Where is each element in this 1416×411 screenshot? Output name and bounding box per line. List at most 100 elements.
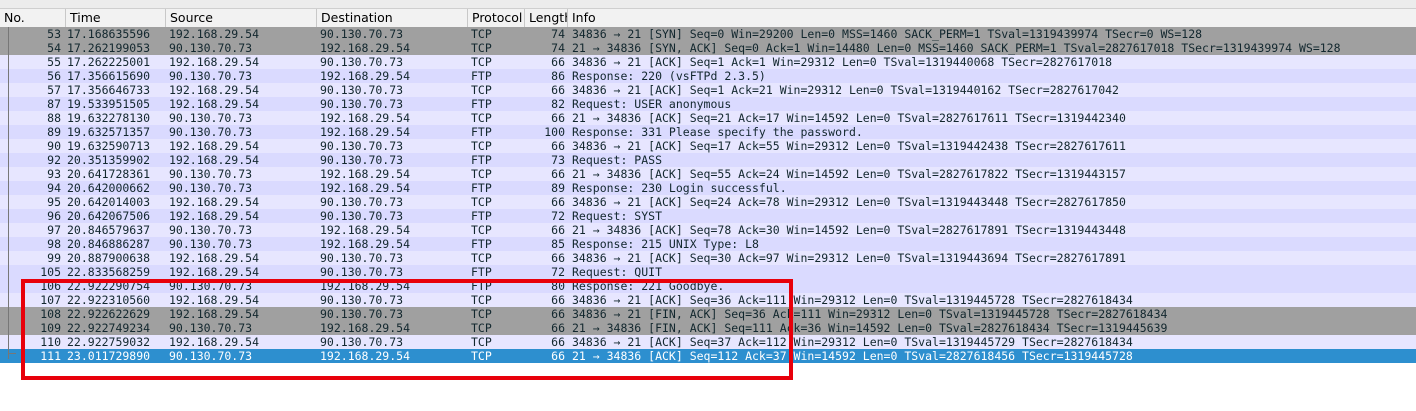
column-header-length[interactable]: Length <box>525 9 568 27</box>
packet-time: 17.168635596 <box>67 27 151 41</box>
packet-length: 73 <box>551 153 565 167</box>
column-header-source[interactable]: Source <box>166 9 317 27</box>
packet-length: 66 <box>551 83 565 97</box>
packet-time: 19.632278130 <box>67 111 151 125</box>
packet-info: 34836 → 21 [ACK] Seq=1 Ack=21 Win=29312 … <box>572 83 1119 97</box>
packet-length: 66 <box>551 223 565 237</box>
packet-destination: 192.168.29.54 <box>320 69 411 83</box>
packet-destination: 192.168.29.54 <box>320 41 411 55</box>
packet-protocol: FTP <box>471 97 492 111</box>
packet-row[interactable]: 99 20.887900638 192.168.29.54 90.130.70.73 T… <box>0 251 1416 265</box>
packet-length: 85 <box>551 237 565 251</box>
packet-row[interactable]: 55 17.262225001 192.168.29.54 90.130.70.73 T… <box>0 55 1416 69</box>
column-header-time[interactable]: Time <box>66 9 166 27</box>
packet-time: 20.351359902 <box>67 153 151 167</box>
packet-source: 192.168.29.54 <box>169 265 260 279</box>
packet-info: Request: QUIT <box>572 265 663 279</box>
packet-row[interactable]: 95 20.642014003 192.168.29.54 90.130.70.73 T… <box>0 195 1416 209</box>
packet-row[interactable]: 54 17.262199053 90.130.70.73 192.168.29.54 T… <box>0 41 1416 55</box>
packet-length: 72 <box>551 209 565 223</box>
packet-protocol: TCP <box>471 223 492 237</box>
packet-source: 192.168.29.54 <box>169 83 260 97</box>
packet-row[interactable]: 93 20.641728361 90.130.70.73 192.168.29.54 T… <box>0 167 1416 181</box>
packet-time: 20.887900638 <box>67 251 151 265</box>
packet-source: 192.168.29.54 <box>169 251 260 265</box>
packet-destination: 192.168.29.54 <box>320 111 411 125</box>
packet-time: 20.641728361 <box>67 167 151 181</box>
packet-row[interactable]: 90 19.632590713 192.168.29.54 90.130.70.73 T… <box>0 139 1416 153</box>
packet-destination: 90.130.70.73 <box>320 139 404 153</box>
packet-length: 82 <box>551 97 565 111</box>
packet-destination: 90.130.70.73 <box>320 55 404 69</box>
toolbar-strip <box>0 0 1416 8</box>
packet-source: 192.168.29.54 <box>169 139 260 153</box>
packet-destination: 90.130.70.73 <box>320 83 404 97</box>
packet-protocol: FTP <box>471 265 492 279</box>
packet-length: 74 <box>551 41 565 55</box>
packet-source: 90.130.70.73 <box>169 181 253 195</box>
packet-length: 66 <box>551 139 565 153</box>
packet-info: 21 → 34836 [SYN, ACK] Seq=0 Ack=1 Win=14… <box>572 41 1341 55</box>
packet-time: 22.833568259 <box>67 265 151 279</box>
packet-row[interactable]: 89 19.632571357 90.130.70.73 192.168.29.54 F… <box>0 125 1416 139</box>
packet-time: 19.533951505 <box>67 97 151 111</box>
column-header-no[interactable]: No. <box>0 9 66 27</box>
packet-row[interactable]: 92 20.351359902 192.168.29.54 90.130.70.73 F… <box>0 153 1416 167</box>
packet-time: 20.642067506 <box>67 209 151 223</box>
packet-protocol: TCP <box>471 167 492 181</box>
packet-source: 192.168.29.54 <box>169 55 260 69</box>
packet-destination: 90.130.70.73 <box>320 27 404 41</box>
packet-destination: 90.130.70.73 <box>320 195 404 209</box>
column-header-destination[interactable]: Destination <box>317 9 468 27</box>
packet-protocol: TCP <box>471 55 492 69</box>
packet-length: 72 <box>551 265 565 279</box>
packet-time: 20.846579637 <box>67 223 151 237</box>
packet-time: 20.846886287 <box>67 237 151 251</box>
packet-info: Request: SYST <box>572 209 663 223</box>
packet-protocol: FTP <box>471 181 492 195</box>
packet-row[interactable]: 96 20.642067506 192.168.29.54 90.130.70.73 F… <box>0 209 1416 223</box>
column-header-protocol[interactable]: Protocol <box>468 9 525 27</box>
packet-source: 192.168.29.54 <box>169 153 260 167</box>
packet-row[interactable]: 56 17.356615690 90.130.70.73 192.168.29.54 F… <box>0 69 1416 83</box>
packet-info: Response: 215 UNIX Type: L8 <box>572 237 759 251</box>
packet-destination: 192.168.29.54 <box>320 223 411 237</box>
packet-length: 66 <box>551 195 565 209</box>
packet-source: 192.168.29.54 <box>169 195 260 209</box>
packet-source: 192.168.29.54 <box>169 27 260 41</box>
packet-destination: 192.168.29.54 <box>320 167 411 181</box>
packet-protocol: TCP <box>471 195 492 209</box>
packet-length: 89 <box>551 181 565 195</box>
packet-source: 90.130.70.73 <box>169 69 253 83</box>
packet-length: 66 <box>551 55 565 69</box>
packet-row[interactable]: 57 17.356646733 192.168.29.54 90.130.70.73 T… <box>0 83 1416 97</box>
packet-info: 21 → 34836 [ACK] Seq=55 Ack=24 Win=14592… <box>572 167 1126 181</box>
packet-info: 34836 → 21 [SYN] Seq=0 Win=29200 Len=0 M… <box>572 27 1203 41</box>
packet-row[interactable]: 53 17.168635596 192.168.29.54 90.130.70.73 T… <box>0 27 1416 41</box>
packet-length: 74 <box>551 27 565 41</box>
packet-row[interactable]: 88 19.632278130 90.130.70.73 192.168.29.54 T… <box>0 111 1416 125</box>
packet-source: 90.130.70.73 <box>169 125 253 139</box>
packet-destination: 90.130.70.73 <box>320 153 404 167</box>
packet-destination: 192.168.29.54 <box>320 237 411 251</box>
packet-row[interactable]: 105 22.833568259 192.168.29.54 90.130.70.73… <box>0 265 1416 279</box>
packet-protocol: TCP <box>471 41 492 55</box>
packet-info: Response: 331 Please specify the passwor… <box>572 125 863 139</box>
packet-list-header: No. Time Source Destination Protocol Len… <box>0 8 1416 28</box>
column-header-info[interactable]: Info <box>568 9 1416 27</box>
packet-protocol: TCP <box>471 111 492 125</box>
packet-info: 34836 → 21 [ACK] Seq=1 Ack=1 Win=29312 L… <box>572 55 1113 69</box>
packet-source: 90.130.70.73 <box>169 111 253 125</box>
packet-row[interactable]: 98 20.846886287 90.130.70.73 192.168.29.54 F… <box>0 237 1416 251</box>
packet-row[interactable]: 87 19.533951505 192.168.29.54 90.130.70.73 F… <box>0 97 1416 111</box>
packet-row[interactable]: 97 20.846579637 90.130.70.73 192.168.29.54 T… <box>0 223 1416 237</box>
packet-protocol: FTP <box>471 209 492 223</box>
packet-time: 17.262199053 <box>67 41 151 55</box>
annotation-highlight-box <box>21 279 793 380</box>
packet-row[interactable]: 94 20.642000662 90.130.70.73 192.168.29.54 F… <box>0 181 1416 195</box>
packet-length: 66 <box>551 167 565 181</box>
packet-protocol: TCP <box>471 27 492 41</box>
packet-info: 34836 → 21 [ACK] Seq=24 Ack=78 Win=29312… <box>572 195 1126 209</box>
packet-destination: 90.130.70.73 <box>320 209 404 223</box>
packet-info: 21 → 34836 [ACK] Seq=21 Ack=17 Win=14592… <box>572 111 1126 125</box>
